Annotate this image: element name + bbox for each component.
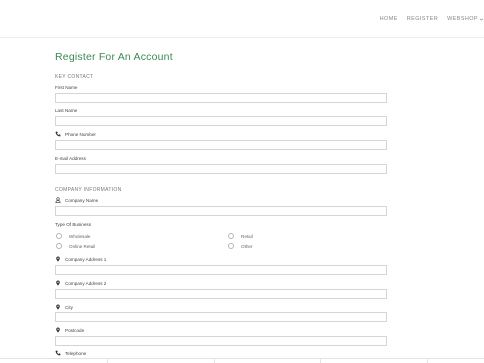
nav-home-link[interactable]: HOME — [380, 16, 398, 22]
postcode-label: Postcode — [55, 327, 84, 333]
radio-wholesale-circle[interactable] — [56, 233, 62, 239]
address1-label: Company Address 1 — [55, 256, 106, 262]
phone-icon — [55, 131, 61, 137]
chevron-down-icon — [479, 18, 484, 21]
radio-online-retail[interactable]: Online Retail — [56, 243, 95, 249]
section-key-contact-heading: KEY CONTACT — [55, 74, 94, 80]
phone-input[interactable] — [55, 140, 387, 150]
email-label-text: E-mail Address — [55, 156, 86, 161]
bottom-divider-tick — [107, 359, 108, 363]
last-name-label-text: Last Name — [55, 108, 78, 113]
address2-label-text: Company Address 2 — [65, 280, 107, 286]
nav-register-link[interactable]: REGISTER — [407, 16, 438, 22]
radio-wholesale-label: Wholesale — [69, 233, 91, 239]
first-name-label: First Name — [55, 85, 77, 90]
main-nav: HOME REGISTER WEBSHOP — [371, 16, 484, 22]
top-navigation-bar: HOME REGISTER WEBSHOP — [0, 0, 484, 38]
phone-label: Phone Number — [55, 131, 96, 137]
map-pin-icon — [56, 256, 60, 262]
radio-retail-circle[interactable] — [228, 233, 234, 239]
section-company-heading: COMPANY INFORMATION — [55, 187, 122, 193]
company-name-input[interactable] — [55, 206, 387, 216]
email-label: E-mail Address — [55, 156, 86, 161]
address1-label-text: Company Address 1 — [65, 256, 107, 262]
bottom-divider — [0, 358, 484, 363]
last-name-label: Last Name — [55, 108, 77, 113]
radio-other-circle[interactable] — [228, 243, 234, 249]
radio-wholesale[interactable]: Wholesale — [56, 233, 90, 239]
radio-other-label: Other — [241, 243, 253, 249]
map-pin-icon — [56, 327, 60, 333]
address2-label: Company Address 2 — [55, 280, 106, 286]
postcode-label-text: Postcode — [65, 327, 85, 333]
business-type-label-text: Type Of Business — [55, 222, 92, 227]
last-name-input[interactable] — [55, 116, 387, 126]
bottom-divider-tick — [320, 359, 321, 363]
company-name-label-text: Company Name — [65, 197, 99, 203]
radio-online-retail-circle[interactable] — [56, 243, 62, 249]
radio-online-retail-label: Online Retail — [69, 243, 96, 249]
company-name-label: Company Name — [55, 197, 98, 203]
radio-retail-label: Retail — [241, 233, 253, 239]
radio-other[interactable]: Other — [228, 243, 253, 249]
user-icon — [55, 197, 61, 203]
address1-input[interactable] — [55, 265, 387, 275]
business-type-label: Type Of Business — [55, 222, 91, 227]
map-pin-icon — [56, 280, 60, 286]
city-label: City — [55, 304, 73, 310]
nav-webshop-link[interactable]: WEBSHOP — [447, 16, 484, 22]
radio-retail[interactable]: Retail — [228, 233, 253, 239]
bottom-divider-tick — [214, 359, 215, 363]
telephone-label-text: Telephone — [65, 350, 87, 356]
telephone-label: Telephone — [55, 350, 86, 356]
map-pin-icon — [56, 304, 60, 310]
postcode-input[interactable] — [55, 336, 387, 346]
nav-webshop-label: WEBSHOP — [447, 16, 478, 22]
phone-icon — [55, 350, 61, 356]
phone-label-text: Phone Number — [65, 131, 96, 137]
email-input[interactable] — [55, 164, 387, 174]
city-label-text: City — [65, 304, 73, 310]
first-name-label-text: First Name — [55, 85, 78, 90]
first-name-input[interactable] — [55, 93, 387, 103]
city-input[interactable] — [55, 312, 387, 322]
page-title: Register For An Account — [55, 51, 173, 63]
bottom-divider-tick — [427, 359, 428, 363]
address2-input[interactable] — [55, 289, 387, 299]
